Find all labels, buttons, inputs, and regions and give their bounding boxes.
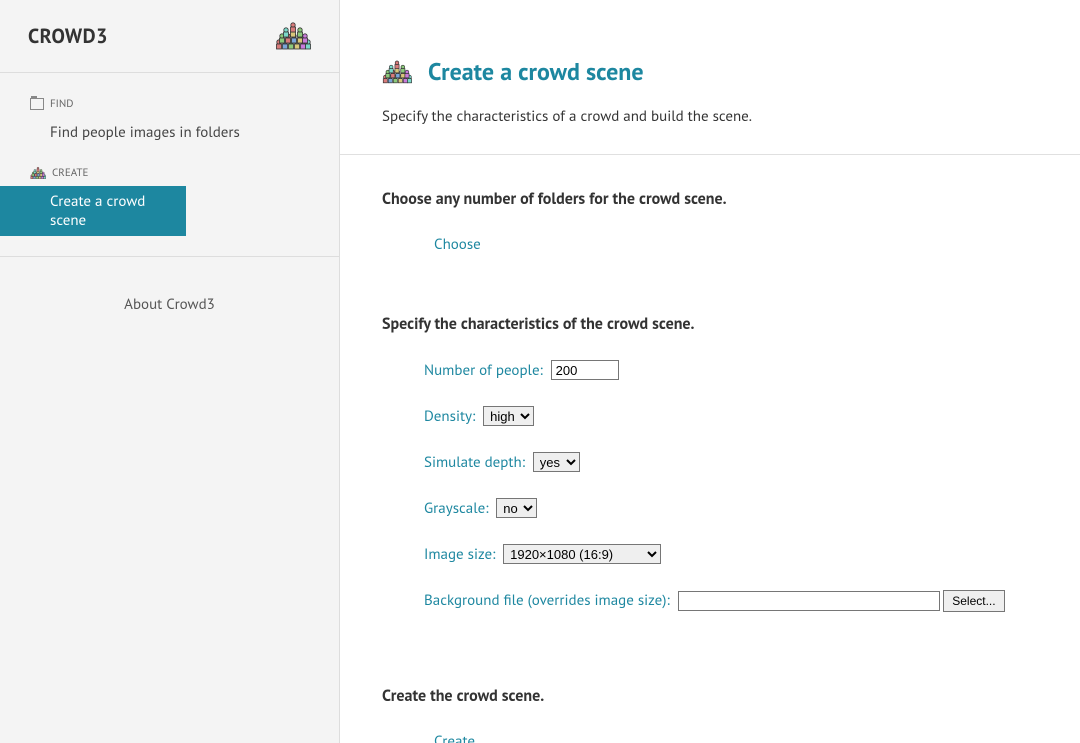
image-size-select[interactable]: 1920×1080 (16:9): [503, 544, 661, 564]
field-bg-file: Background file (overrides image size): …: [382, 584, 1080, 618]
page-subtitle: Specify the characteristics of a crowd a…: [340, 107, 1080, 154]
nav-item-label: Find people images in folders: [50, 123, 240, 142]
app-title: CROWD3: [28, 23, 108, 49]
num-people-input[interactable]: [551, 360, 619, 380]
section-characteristics: Specify the characteristics of the crowd…: [340, 280, 1080, 652]
nav-section-label: CREATE: [52, 166, 88, 180]
create-button[interactable]: Create: [382, 726, 1080, 743]
bg-file-input[interactable]: [678, 591, 940, 611]
about-label: About Crowd3: [124, 295, 215, 314]
crowd-icon: [382, 60, 412, 84]
field-label: Background file (overrides image size):: [424, 591, 670, 610]
nav-item-find-people[interactable]: Find people images in folders: [0, 117, 339, 148]
select-file-button[interactable]: Select...: [943, 590, 1004, 612]
field-num-people: Number of people:: [382, 354, 1080, 386]
nav-item-label: Create a crowd scene: [50, 192, 145, 230]
nav-section-label: FIND: [50, 97, 74, 111]
sidebar: CROWD3 FIND Find people images in folder…: [0, 0, 340, 743]
grayscale-select[interactable]: no: [496, 498, 537, 518]
nav-item-create-crowd[interactable]: Create a crowd scene: [0, 186, 186, 236]
crowd-icon: [30, 166, 46, 180]
field-label: Simulate depth:: [424, 453, 525, 472]
choose-button[interactable]: Choose: [382, 229, 1080, 260]
sidebar-header: CROWD3: [0, 0, 339, 73]
main-content: Create a crowd scene Specify the charact…: [340, 0, 1080, 743]
field-image-size: Image size: 1920×1080 (16:9): [382, 538, 1080, 570]
page-title: Create a crowd scene: [428, 56, 644, 87]
field-label: Image size:: [424, 545, 495, 564]
crowd-icon: [275, 22, 311, 50]
density-select[interactable]: high: [483, 406, 534, 426]
section-create: Create the crowd scene. Create: [340, 652, 1080, 743]
depth-select[interactable]: yes: [533, 452, 580, 472]
field-depth: Simulate depth: yes: [382, 446, 1080, 478]
nav-section-find: FIND: [0, 91, 339, 117]
nav-section-create: CREATE: [0, 160, 339, 186]
choose-label: Choose: [434, 235, 481, 254]
field-label: Number of people:: [424, 361, 543, 380]
field-grayscale: Grayscale: no: [382, 492, 1080, 524]
section-title: Create the crowd scene.: [382, 686, 1080, 706]
folder-icon: [30, 98, 44, 110]
section-folders: Choose any number of folders for the cro…: [340, 155, 1080, 280]
field-label: Grayscale:: [424, 499, 489, 518]
bottom-nav: About Crowd3: [0, 256, 339, 334]
section-title: Choose any number of folders for the cro…: [382, 189, 1080, 209]
about-link[interactable]: About Crowd3: [0, 275, 339, 334]
create-label: Create: [434, 732, 475, 743]
section-title: Specify the characteristics of the crowd…: [382, 314, 1080, 334]
field-density: Density: high: [382, 400, 1080, 432]
page-header: Create a crowd scene: [340, 0, 1080, 107]
field-label: Density:: [424, 407, 475, 426]
nav: FIND Find people images in folders CREAT…: [0, 73, 339, 334]
